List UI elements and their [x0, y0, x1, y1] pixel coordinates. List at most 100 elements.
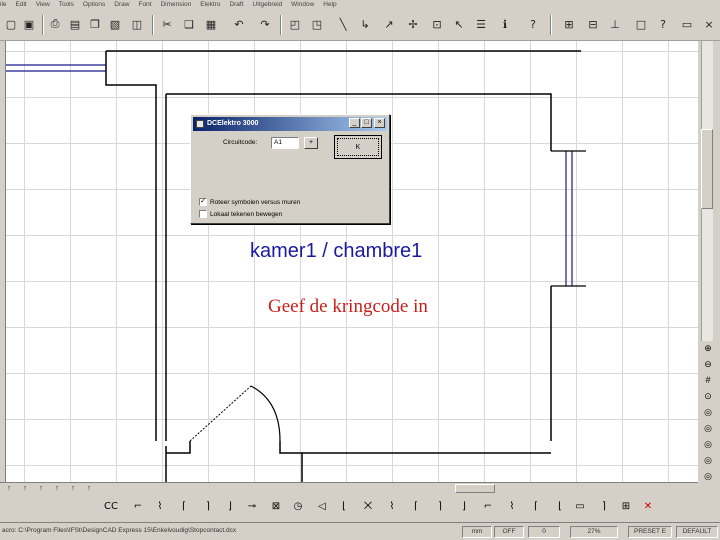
snap-icon[interactable]: ⊙	[702, 390, 714, 402]
drawing-canvas[interactable]: kamer1 / chambre1 Geef de kringcode in	[6, 41, 698, 482]
arrow-icon[interactable]: ↖	[450, 15, 468, 33]
box-icon[interactable]: ⊠	[268, 499, 284, 515]
menu-edit[interactable]: Edit	[16, 0, 27, 9]
rotate-symbols-checkbox[interactable]: ✓ Roteer symbolen versus muren	[199, 198, 300, 206]
increment-button[interactable]: +	[304, 137, 318, 149]
switch-icon[interactable]: ⌐	[480, 499, 496, 515]
export-icon[interactable]: ▧	[106, 15, 124, 33]
switch-icon[interactable]: ⌐	[130, 499, 146, 515]
prompt-text: Geef de kringcode in	[268, 296, 428, 317]
arrow-icon[interactable]: ↗	[380, 15, 398, 33]
zoom-in-icon[interactable]: ⊕	[702, 342, 714, 354]
info-icon[interactable]: ℹ	[496, 15, 514, 33]
lamp-icon[interactable]: ⨉	[360, 499, 376, 515]
zoom-fit-icon[interactable]: ⊞	[560, 15, 578, 33]
checkbox-box[interactable]	[199, 210, 207, 218]
node-icon[interactable]: ✢	[404, 15, 422, 33]
layer-icon[interactable]: ◎	[702, 406, 714, 418]
ok-button[interactable]: K	[334, 135, 382, 159]
print-icon[interactable]: ⎙	[46, 15, 64, 33]
grid-icon[interactable]: #	[702, 374, 714, 386]
corner-icon[interactable]: ↳	[356, 15, 374, 33]
menu-window[interactable]: Window	[291, 0, 314, 9]
switch-icon[interactable]: ⌊	[552, 499, 568, 515]
socket-icon[interactable]: ⊸	[244, 499, 260, 515]
menu-file[interactable]: ile	[0, 0, 7, 9]
switch-icon[interactable]: ⌈	[528, 499, 544, 515]
grid-icon[interactable]: ⊞	[618, 499, 634, 515]
line-icon[interactable]: ╲	[334, 15, 352, 33]
switch-icon[interactable]: ⌈	[176, 499, 192, 515]
undo-icon[interactable]: ↶	[230, 15, 248, 33]
speaker-icon[interactable]: ◁	[314, 499, 330, 515]
ruler-tick-icon: ↑	[23, 485, 27, 492]
maximize-button[interactable]: □	[361, 118, 372, 128]
close-button[interactable]: ×	[374, 118, 385, 128]
print-preview-icon[interactable]: ▤	[66, 15, 84, 33]
cut-icon[interactable]: ✂	[158, 15, 176, 33]
switch-icon[interactable]: ⌉	[596, 499, 612, 515]
menu-tools[interactable]: Tools	[59, 0, 74, 9]
cc-icon[interactable]: CC	[102, 499, 120, 515]
timer-icon[interactable]: ◷	[290, 499, 306, 515]
switch-icon[interactable]: ⌇	[152, 499, 168, 515]
select-icon[interactable]: ⊡	[428, 15, 446, 33]
switch-icon[interactable]: ⌊	[336, 499, 352, 515]
new-file-icon[interactable]: ▢	[2, 15, 20, 33]
switch-icon[interactable]: ⌈	[408, 499, 424, 515]
rectangle-icon[interactable]: □	[632, 15, 650, 33]
menu-help[interactable]: Help	[323, 0, 336, 9]
measure-icon[interactable]: ⊥	[606, 15, 624, 33]
switch-icon[interactable]: ⌉	[432, 499, 448, 515]
delete-icon[interactable]: ✕	[640, 499, 656, 515]
layer-icon[interactable]: ◎	[702, 454, 714, 466]
menu-options[interactable]: Options	[83, 0, 105, 9]
layer-icon[interactable]: ◎	[702, 438, 714, 450]
paste-icon[interactable]: ▦	[202, 15, 220, 33]
question-icon[interactable]: ?	[654, 15, 672, 33]
switch-icon[interactable]: ⌇	[504, 499, 520, 515]
room-label: kamer1 / chambre1	[250, 240, 423, 262]
battery-icon[interactable]: ▭	[572, 499, 588, 515]
move-local-checkbox[interactable]: Lokaal tekenen bewegen	[199, 210, 282, 218]
circuit-code-input[interactable]: A1	[271, 137, 299, 149]
menu-uitgebreid[interactable]: Uitgebreid	[253, 0, 283, 9]
switch-icon[interactable]: ⌇	[384, 499, 400, 515]
unit-cell: mm	[462, 526, 492, 538]
switch-icon[interactable]: ⌉	[200, 499, 216, 515]
mirror-icon[interactable]: ⊟	[584, 15, 602, 33]
scroll-thumb[interactable]	[701, 129, 713, 209]
list-icon[interactable]: ☰	[472, 15, 490, 33]
layer-icon[interactable]: ◎	[702, 422, 714, 434]
help-icon[interactable]: ?	[524, 15, 542, 33]
symbol-toolbar: CC ⌐ ⌇ ⌈ ⌉ ⌋ ⊸ ⊠ ◷ ◁ ⌊ ⨉ ⌇ ⌈ ⌉ ⌋ ⌐ ⌇ ⌈ ⌊…	[0, 494, 720, 520]
toolbar-separator	[550, 15, 552, 35]
menu-elektro[interactable]: Elektro	[200, 0, 220, 9]
menu-draft[interactable]: Draft	[229, 0, 243, 9]
horizontal-scrollbar[interactable]: ↑ ↑ ↑ ↑ ↑ ↑	[0, 482, 698, 494]
toolbar-separator	[280, 15, 282, 35]
menu-font[interactable]: Font	[138, 0, 151, 9]
properties-icon[interactable]: ◳	[308, 15, 326, 33]
menu-dimension[interactable]: Dimension	[160, 0, 191, 9]
switch-icon[interactable]: ⌋	[222, 499, 238, 515]
switch-icon[interactable]: ⌋	[456, 499, 472, 515]
scroll-thumb[interactable]	[455, 484, 495, 493]
properties-icon[interactable]: ◫	[128, 15, 146, 33]
properties-icon[interactable]: ◰	[286, 15, 304, 33]
redo-icon[interactable]: ↷	[256, 15, 274, 33]
layer-icon[interactable]: ◎	[702, 470, 714, 482]
minimize-button[interactable]: _	[349, 118, 360, 128]
menu-draw[interactable]: Draw	[114, 0, 129, 9]
save-icon[interactable]: ▣	[20, 15, 38, 33]
checkbox-box[interactable]: ✓	[199, 198, 207, 206]
dialog-title: DCElektro 3000	[207, 120, 259, 127]
copy-icon[interactable]: ❐	[86, 15, 104, 33]
ruler-tick-icon: ↑	[39, 485, 43, 492]
wall-line	[166, 441, 191, 454]
window-icon[interactable]: ▭	[678, 15, 696, 33]
close-icon[interactable]: ×	[700, 15, 718, 33]
menu-view[interactable]: View	[36, 0, 50, 9]
zoom-out-icon[interactable]: ⊖	[702, 358, 714, 370]
copy-icon[interactable]: ❏	[180, 15, 198, 33]
